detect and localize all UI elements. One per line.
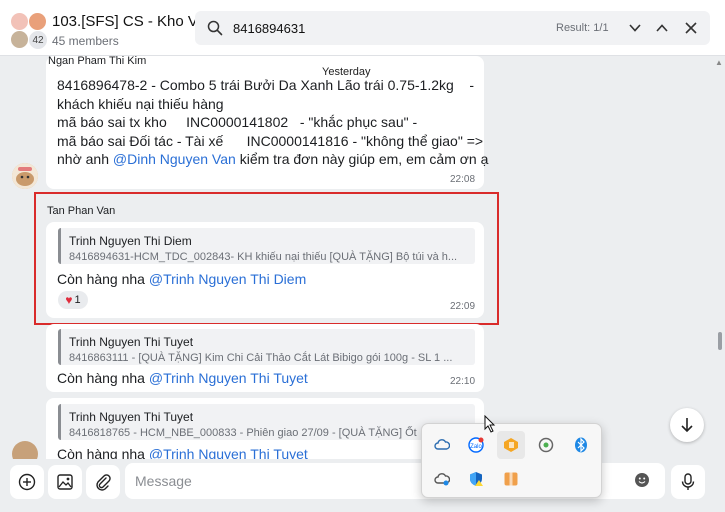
voice-button[interactable] bbox=[671, 465, 705, 499]
message-line: Còn hàng nha @Trinh Nguyen Thi Tuyet bbox=[57, 369, 308, 388]
sender-avatar[interactable] bbox=[12, 163, 38, 189]
emoji-icon bbox=[635, 473, 649, 487]
scroll-to-bottom-button[interactable] bbox=[670, 408, 704, 442]
sender-name: Tan Phan Van bbox=[47, 205, 116, 217]
message-text: nhờ anh bbox=[57, 151, 113, 167]
microphone-icon bbox=[681, 473, 695, 490]
next-result-button[interactable] bbox=[653, 19, 671, 37]
paperclip-icon bbox=[96, 474, 111, 491]
message-text: Còn hàng nha bbox=[57, 271, 149, 287]
mouse-cursor-icon bbox=[484, 415, 496, 433]
cloud-sync-icon[interactable] bbox=[428, 465, 456, 493]
message-time: 22:10 bbox=[450, 376, 476, 387]
message-text: kiểm tra đơn này giúp em, em cảm ơn ạ bbox=[235, 151, 489, 167]
member-count[interactable]: 45 members bbox=[52, 34, 119, 48]
chat-header: 42 103.[SFS] CS - Kho Vận 45 members 841… bbox=[0, 0, 725, 56]
heart-icon: ♥ bbox=[65, 293, 73, 307]
message-time: 22:08 bbox=[450, 174, 476, 185]
chrome-remote-icon[interactable] bbox=[532, 431, 560, 459]
svg-text:Zalo: Zalo bbox=[470, 444, 482, 450]
group-title[interactable]: 103.[SFS] CS - Kho Vận bbox=[52, 13, 215, 30]
close-icon bbox=[685, 22, 697, 34]
quoted-sender: Trinh Nguyen Thi Tuyet bbox=[69, 410, 194, 424]
quoted-text: 8416818765 - HCM_NBE_000833 - Phiên giao… bbox=[69, 427, 417, 439]
date-divider: Yesterday bbox=[322, 66, 371, 78]
mention-link[interactable]: @Trinh Nguyen Thi Tuyet bbox=[149, 370, 308, 386]
message-line: nhờ anh @Dinh Nguyen Van kiểm tra đơn nà… bbox=[57, 150, 488, 169]
member-avatar bbox=[10, 12, 29, 31]
close-search-button[interactable] bbox=[682, 19, 700, 37]
message-text: Còn hàng nha bbox=[57, 370, 149, 386]
sender-name: Ngan Pham Thi Kim bbox=[48, 56, 147, 67]
quoted-message[interactable]: Trinh Nguyen Thi Diem 8416894631-HCM_TDC… bbox=[58, 228, 475, 264]
message-line: mã báo sai Đối tác - Tài xế INC000014181… bbox=[57, 133, 484, 149]
scroll-up-arrow-icon[interactable]: ▲ bbox=[715, 58, 723, 67]
chevron-up-icon bbox=[656, 24, 668, 32]
attach-button[interactable] bbox=[86, 465, 120, 499]
search-result-count: Result: 1/1 bbox=[556, 22, 609, 34]
plus-circle-icon bbox=[18, 473, 36, 491]
message-text: Còn hàng nha bbox=[57, 446, 149, 459]
quoted-sender: Trinh Nguyen Thi Diem bbox=[69, 234, 192, 248]
quoted-text: 8416894631-HCM_TDC_002843- KH khiếu nại … bbox=[69, 251, 458, 263]
bluetooth-icon[interactable] bbox=[567, 431, 595, 459]
quoted-text: 8416863111 - [QUÀ TẶNG] Kim Chi Cải Thảo… bbox=[69, 352, 453, 364]
message-line: mã báo sai tx kho INC0000141802 - "khắc … bbox=[57, 114, 418, 130]
search-input[interactable]: 8416894631 bbox=[233, 21, 305, 36]
message-line: khách khiếu nại thiếu hàng bbox=[57, 96, 224, 112]
member-count-badge: 42 bbox=[28, 30, 48, 50]
arrow-down-icon bbox=[681, 418, 693, 433]
scrollbar-thumb[interactable] bbox=[718, 332, 722, 350]
message-bubble[interactable]: Ngan Pham Thi Kim 8416896478-2 - Combo 5… bbox=[46, 56, 488, 189]
mention-link[interactable]: @Trinh Nguyen Thi Tuyet bbox=[149, 446, 308, 459]
message-line: Còn hàng nha @Trinh Nguyen Thi Diem bbox=[57, 270, 306, 289]
chevron-down-icon bbox=[629, 24, 641, 32]
message-bubble[interactable]: Trinh Nguyen Thi Tuyet 8416863111 - [QUÀ… bbox=[46, 324, 484, 392]
sender-avatar[interactable] bbox=[12, 441, 38, 459]
image-button[interactable] bbox=[48, 465, 82, 499]
message-line: Còn hàng nha @Trinh Nguyen Thi Tuyet bbox=[57, 445, 308, 459]
message-time: 22:09 bbox=[450, 301, 476, 312]
app-orange-icon[interactable] bbox=[497, 431, 525, 459]
search-icon bbox=[207, 20, 223, 36]
archive-app-icon[interactable] bbox=[497, 465, 525, 493]
previous-result-button[interactable] bbox=[626, 19, 644, 37]
image-icon bbox=[57, 474, 73, 490]
emoji-button[interactable] bbox=[631, 469, 653, 491]
reaction-badge[interactable]: ♥ 1 bbox=[58, 291, 88, 309]
onedrive-icon[interactable] bbox=[428, 431, 456, 459]
quoted-sender: Trinh Nguyen Thi Tuyet bbox=[69, 335, 194, 349]
mention-link[interactable]: @Trinh Nguyen Thi Diem bbox=[149, 271, 306, 287]
message-bubble[interactable]: Trinh Nguyen Thi Tuyet 8416818765 - HCM_… bbox=[46, 398, 484, 459]
chat-area[interactable]: ▲ Ngan Pham Thi Kim 8416896478-2 - Combo… bbox=[0, 56, 725, 459]
quoted-message[interactable]: Trinh Nguyen Thi Tuyet 8416863111 - [QUÀ… bbox=[58, 329, 475, 365]
search-bar[interactable]: 8416894631 Result: 1/1 bbox=[195, 11, 710, 45]
group-avatar[interactable]: 42 bbox=[8, 10, 48, 50]
quoted-message[interactable]: Trinh Nguyen Thi Tuyet 8416818765 - HCM_… bbox=[58, 404, 475, 440]
member-avatar bbox=[10, 30, 29, 49]
system-tray-overflow: Zalo bbox=[421, 423, 602, 498]
message-bubble[interactable]: Trinh Nguyen Thi Diem 8416894631-HCM_TDC… bbox=[46, 222, 484, 318]
security-shield-icon[interactable] bbox=[462, 465, 490, 493]
zalo-icon[interactable]: Zalo bbox=[462, 431, 490, 459]
reaction-count: 1 bbox=[74, 294, 81, 306]
message-line: 8416896478-2 - Combo 5 trái Bưởi Da Xanh… bbox=[57, 77, 475, 93]
avatar-image bbox=[12, 163, 38, 189]
mention-link[interactable]: @Dinh Nguyen Van bbox=[113, 151, 236, 167]
member-avatar bbox=[28, 12, 47, 31]
add-button[interactable] bbox=[10, 465, 44, 499]
message-composer bbox=[0, 459, 725, 512]
